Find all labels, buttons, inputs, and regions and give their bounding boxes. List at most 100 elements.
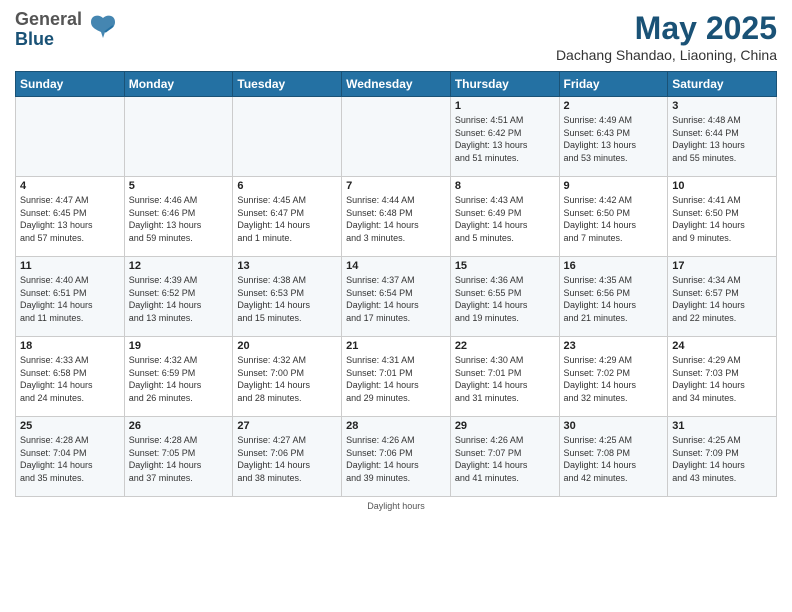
day-number: 10 bbox=[672, 180, 772, 192]
calendar-header: SundayMondayTuesdayWednesdayThursdayFrid… bbox=[16, 72, 777, 97]
calendar-cell: 1 Sunrise: 4:51 AM Sunset: 6:42 PM Daylig… bbox=[450, 97, 559, 177]
cell-content: Sunrise: 4:37 AM Sunset: 6:54 PM Dayligh… bbox=[346, 274, 446, 324]
calendar-row: 25 Sunrise: 4:28 AM Sunset: 7:04 PM Dayli… bbox=[16, 417, 777, 497]
calendar-cell: 28 Sunrise: 4:26 AM Sunset: 7:06 PM Dayli… bbox=[342, 417, 451, 497]
day-number: 9 bbox=[564, 180, 664, 192]
day-number: 20 bbox=[237, 340, 337, 352]
calendar-cell: 14Sunrise: 4:37 AM Sunset: 6:54 PM Dayli… bbox=[342, 257, 451, 337]
daylight-label: Daylight hours bbox=[367, 501, 425, 511]
cell-content: Sunrise: 4:27 AM Sunset: 7:06 PM Dayligh… bbox=[237, 434, 337, 484]
header-day: Sunday bbox=[16, 72, 125, 97]
cell-content: Sunrise: 4:51 AM Sunset: 6:42 PM Dayligh… bbox=[455, 114, 555, 164]
day-number: 28 bbox=[346, 420, 446, 432]
cell-content: Sunrise: 4:25 AM Sunset: 7:09 PM Dayligh… bbox=[672, 434, 772, 484]
day-number: 24 bbox=[672, 340, 772, 352]
location: Dachang Shandao, Liaoning, China bbox=[556, 47, 777, 63]
calendar-cell: 6Sunrise: 4:45 AM Sunset: 6:47 PM Daylig… bbox=[233, 177, 342, 257]
cell-content: Sunrise: 4:28 AM Sunset: 7:05 PM Dayligh… bbox=[129, 434, 229, 484]
calendar-cell: 13 Sunrise: 4:38 AM Sunset: 6:53 PM Dayli… bbox=[233, 257, 342, 337]
calendar-cell: 24 Sunrise: 4:29 AM Sunset: 7:03 PM Dayli… bbox=[668, 337, 777, 417]
cell-content: Sunrise: 4:32 AM Sunset: 6:59 PM Dayligh… bbox=[129, 354, 229, 404]
cell-content: Sunrise: 4:48 AM Sunset: 6:44 PM Dayligh… bbox=[672, 114, 772, 164]
day-number: 8 bbox=[455, 180, 555, 192]
day-number: 13 bbox=[237, 260, 337, 272]
calendar-cell: 17 Sunrise: 4:34 AM Sunset: 6:57 PM Dayli… bbox=[668, 257, 777, 337]
calendar-cell: 30 Sunrise: 4:25 AM Sunset: 7:08 PM Dayli… bbox=[559, 417, 668, 497]
calendar-cell: 26Sunrise: 4:28 AM Sunset: 7:05 PM Dayli… bbox=[124, 417, 233, 497]
cell-content: Sunrise: 4:43 AM Sunset: 6:49 PM Dayligh… bbox=[455, 194, 555, 244]
calendar-row: 11 Sunrise: 4:40 AM Sunset: 6:51 PM Dayli… bbox=[16, 257, 777, 337]
calendar-row: 1 Sunrise: 4:51 AM Sunset: 6:42 PM Daylig… bbox=[16, 97, 777, 177]
calendar-cell: 4Sunrise: 4:47 AM Sunset: 6:45 PM Daylig… bbox=[16, 177, 125, 257]
day-number: 15 bbox=[455, 260, 555, 272]
calendar-cell: 18Sunrise: 4:33 AM Sunset: 6:58 PM Dayli… bbox=[16, 337, 125, 417]
cell-content: Sunrise: 4:49 AM Sunset: 6:43 PM Dayligh… bbox=[564, 114, 664, 164]
cell-content: Sunrise: 4:25 AM Sunset: 7:08 PM Dayligh… bbox=[564, 434, 664, 484]
day-number: 21 bbox=[346, 340, 446, 352]
cell-content: Sunrise: 4:36 AM Sunset: 6:55 PM Dayligh… bbox=[455, 274, 555, 324]
cell-content: Sunrise: 4:26 AM Sunset: 7:06 PM Dayligh… bbox=[346, 434, 446, 484]
cell-content: Sunrise: 4:39 AM Sunset: 6:52 PM Dayligh… bbox=[129, 274, 229, 324]
cell-content: Sunrise: 4:44 AM Sunset: 6:48 PM Dayligh… bbox=[346, 194, 446, 244]
calendar-row: 4Sunrise: 4:47 AM Sunset: 6:45 PM Daylig… bbox=[16, 177, 777, 257]
day-number: 27 bbox=[237, 420, 337, 432]
day-number: 17 bbox=[672, 260, 772, 272]
footer: Daylight hours bbox=[15, 501, 777, 511]
day-number: 7 bbox=[346, 180, 446, 192]
day-number: 22 bbox=[455, 340, 555, 352]
day-number: 16 bbox=[564, 260, 664, 272]
cell-content: Sunrise: 4:29 AM Sunset: 7:02 PM Dayligh… bbox=[564, 354, 664, 404]
cell-content: Sunrise: 4:41 AM Sunset: 6:50 PM Dayligh… bbox=[672, 194, 772, 244]
header-day: Wednesday bbox=[342, 72, 451, 97]
logo-general: General bbox=[15, 10, 82, 30]
cell-content: Sunrise: 4:46 AM Sunset: 6:46 PM Dayligh… bbox=[129, 194, 229, 244]
logo: General Blue bbox=[15, 10, 121, 50]
day-number: 2 bbox=[564, 100, 664, 112]
calendar-cell: 27 Sunrise: 4:27 AM Sunset: 7:06 PM Dayli… bbox=[233, 417, 342, 497]
header: General Blue May 2025 Dachang Shandao, L… bbox=[15, 10, 777, 63]
day-number: 11 bbox=[20, 260, 120, 272]
calendar-cell bbox=[233, 97, 342, 177]
calendar-cell: 10 Sunrise: 4:41 AM Sunset: 6:50 PM Dayli… bbox=[668, 177, 777, 257]
calendar-cell: 12Sunrise: 4:39 AM Sunset: 6:52 PM Dayli… bbox=[124, 257, 233, 337]
calendar-page: General Blue May 2025 Dachang Shandao, L… bbox=[0, 0, 792, 612]
day-number: 1 bbox=[455, 100, 555, 112]
calendar-body: 1 Sunrise: 4:51 AM Sunset: 6:42 PM Daylig… bbox=[16, 97, 777, 497]
cell-content: Sunrise: 4:40 AM Sunset: 6:51 PM Dayligh… bbox=[20, 274, 120, 324]
cell-content: Sunrise: 4:38 AM Sunset: 6:53 PM Dayligh… bbox=[237, 274, 337, 324]
cell-content: Sunrise: 4:34 AM Sunset: 6:57 PM Dayligh… bbox=[672, 274, 772, 324]
header-day: Tuesday bbox=[233, 72, 342, 97]
logo-general-text: General bbox=[15, 9, 82, 29]
title-block: May 2025 Dachang Shandao, Liaoning, Chin… bbox=[556, 10, 777, 63]
cell-content: Sunrise: 4:45 AM Sunset: 6:47 PM Dayligh… bbox=[237, 194, 337, 244]
calendar-cell: 5 Sunrise: 4:46 AM Sunset: 6:46 PM Daylig… bbox=[124, 177, 233, 257]
day-number: 30 bbox=[564, 420, 664, 432]
calendar-cell: 3 Sunrise: 4:48 AM Sunset: 6:44 PM Daylig… bbox=[668, 97, 777, 177]
cell-content: Sunrise: 4:28 AM Sunset: 7:04 PM Dayligh… bbox=[20, 434, 120, 484]
day-number: 3 bbox=[672, 100, 772, 112]
calendar-cell: 7 Sunrise: 4:44 AM Sunset: 6:48 PM Daylig… bbox=[342, 177, 451, 257]
logo-blue: Blue bbox=[15, 30, 82, 50]
calendar-cell: 31 Sunrise: 4:25 AM Sunset: 7:09 PM Dayli… bbox=[668, 417, 777, 497]
day-number: 19 bbox=[129, 340, 229, 352]
day-number: 23 bbox=[564, 340, 664, 352]
calendar-cell: 20Sunrise: 4:32 AM Sunset: 7:00 PM Dayli… bbox=[233, 337, 342, 417]
calendar-cell: 2 Sunrise: 4:49 AM Sunset: 6:43 PM Daylig… bbox=[559, 97, 668, 177]
calendar-cell bbox=[124, 97, 233, 177]
header-day: Thursday bbox=[450, 72, 559, 97]
day-number: 31 bbox=[672, 420, 772, 432]
day-number: 5 bbox=[129, 180, 229, 192]
cell-content: Sunrise: 4:30 AM Sunset: 7:01 PM Dayligh… bbox=[455, 354, 555, 404]
day-number: 25 bbox=[20, 420, 120, 432]
cell-content: Sunrise: 4:33 AM Sunset: 6:58 PM Dayligh… bbox=[20, 354, 120, 404]
calendar-cell: 21Sunrise: 4:31 AM Sunset: 7:01 PM Dayli… bbox=[342, 337, 451, 417]
header-row: SundayMondayTuesdayWednesdayThursdayFrid… bbox=[16, 72, 777, 97]
cell-content: Sunrise: 4:42 AM Sunset: 6:50 PM Dayligh… bbox=[564, 194, 664, 244]
calendar-cell: 11 Sunrise: 4:40 AM Sunset: 6:51 PM Dayli… bbox=[16, 257, 125, 337]
header-day: Friday bbox=[559, 72, 668, 97]
cell-content: Sunrise: 4:29 AM Sunset: 7:03 PM Dayligh… bbox=[672, 354, 772, 404]
calendar-cell: 22 Sunrise: 4:30 AM Sunset: 7:01 PM Dayli… bbox=[450, 337, 559, 417]
day-number: 4 bbox=[20, 180, 120, 192]
calendar-cell: 29Sunrise: 4:26 AM Sunset: 7:07 PM Dayli… bbox=[450, 417, 559, 497]
cell-content: Sunrise: 4:35 AM Sunset: 6:56 PM Dayligh… bbox=[564, 274, 664, 324]
